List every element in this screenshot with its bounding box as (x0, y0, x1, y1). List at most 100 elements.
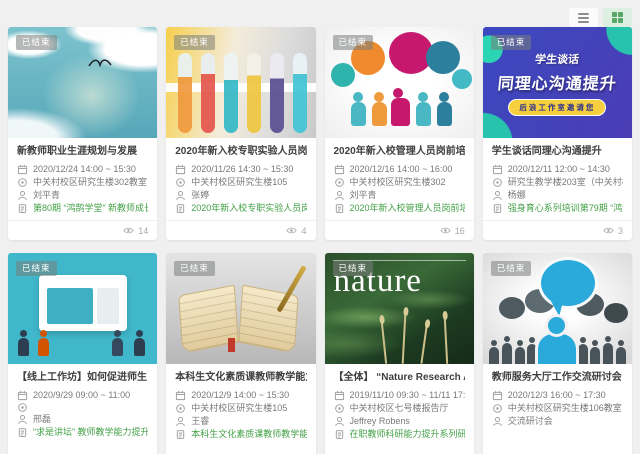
decor (247, 53, 261, 133)
decor (426, 41, 460, 74)
event-card[interactable]: 已结束 【线上工作坊】如何促进师生良好... 2020/9/29 09:00 ~… (8, 253, 157, 454)
series-icon (492, 203, 503, 214)
event-cover-image: 已结束 (483, 253, 632, 364)
event-person: 王睿 (191, 415, 209, 428)
event-cover-image: 已结束 (8, 27, 157, 138)
decor (391, 98, 410, 126)
card-body: 学生谈话同理心沟通提升 2020/12/11 12:00 ~ 14:30 研究生… (483, 138, 632, 217)
view-toggle-toolbar (0, 0, 640, 27)
event-series-link[interactable]: “求是讲坛” 教师教学能力提升工作坊 (33, 426, 148, 439)
event-card[interactable]: 已结束 2020年新入校管理人员岗前培训—... 2020/12/16 14:0… (325, 27, 474, 240)
event-date-row: 2020/12/3 16:00 ~ 17:30 (492, 389, 623, 402)
decor (603, 343, 613, 364)
cover-banner-line2: 同理心沟通提升 (497, 70, 619, 94)
decor (452, 69, 472, 89)
event-cover-image: 已结束 (166, 253, 315, 364)
event-location-row: 研究生教学楼203室（中关村校区） (492, 176, 623, 189)
event-card-grid: 已结束 新教师职业生涯规划与发展 2020/12/24 14:00 ~ 15:3… (0, 27, 640, 454)
decor (616, 347, 626, 364)
grid-view-button[interactable] (603, 8, 632, 27)
event-cover-image: 已结束 (8, 253, 157, 364)
event-location: 中关村校区研究生楼106教室 (508, 402, 622, 415)
event-person: 杨娜 (508, 189, 526, 202)
calendar-icon (492, 164, 503, 175)
person-icon (492, 416, 503, 427)
location-icon (334, 403, 345, 414)
event-date: 2020/12/9 14:00 ~ 15:30 (191, 389, 289, 402)
location-icon (175, 403, 186, 414)
event-person-row: 邢磊 (17, 413, 148, 426)
event-series-link[interactable]: 2020年新入校专职实验人员岗前培训 (191, 202, 306, 215)
view-count: 4 (301, 226, 306, 236)
decor (351, 102, 366, 126)
event-date-row: 2020/12/11 12:00 ~ 14:30 (492, 163, 623, 176)
series-icon (334, 429, 345, 440)
event-title[interactable]: 【全体】 “Nature Research Acad... (334, 371, 465, 385)
event-title[interactable]: 本科生文化素质课教师教学能力提... (175, 371, 306, 385)
event-card[interactable]: 已结束 新教师职业生涯规划与发展 2020/12/24 14:00 ~ 15:3… (8, 27, 157, 240)
event-location: 中关村校区七号楼报告厅 (350, 402, 449, 415)
event-date: 2019/11/10 09:30 ~ 11/11 17:00 (350, 389, 465, 402)
event-person-row: 刘平青 (334, 189, 465, 202)
event-person-row: 刘平青 (17, 189, 148, 202)
event-person: Jeffrey Robens (350, 415, 410, 428)
series-icon (175, 203, 186, 214)
event-card[interactable]: nature 已结束 【全体】 “Nature Research Acad...… (325, 253, 474, 454)
event-series-row: “求是讲坛” 教师教学能力提升工作坊 (17, 426, 148, 439)
view-count: 16 (455, 226, 465, 236)
event-location-row: 中关村校区研究生楼105 (175, 402, 306, 415)
decor (604, 303, 628, 323)
event-series-link[interactable]: 在职教师科研能力提升系列研修 (350, 428, 465, 441)
status-badge: 已结束 (174, 261, 215, 276)
person-icon (334, 190, 345, 201)
calendar-icon (334, 390, 345, 401)
event-title[interactable]: 2020年新入校管理人员岗前培训—... (334, 145, 465, 159)
event-location: 中关村校区研究生楼105 (191, 176, 287, 189)
event-date: 2020/12/16 14:00 ~ 16:00 (350, 163, 453, 176)
event-person: 刘平青 (33, 189, 60, 202)
status-badge: 已结束 (333, 35, 374, 50)
event-title[interactable]: 学生谈话同理心沟通提升 (492, 145, 623, 159)
event-location: 研究生教学楼203室（中关村校区） (508, 176, 623, 189)
decor (489, 347, 499, 364)
event-person: 交流研讨会 (508, 415, 553, 428)
list-view-icon (578, 13, 589, 23)
calendar-icon (492, 390, 503, 401)
decor (578, 344, 588, 364)
event-series-link[interactable]: 本科生文化素质课教师教学能力提升... (191, 428, 306, 441)
status-badge: 已结束 (491, 261, 532, 276)
event-person-row: 交流研讨会 (492, 415, 623, 428)
location-icon (492, 177, 503, 188)
decor (416, 102, 431, 126)
event-series-link[interactable]: 2020年新入校管理人员岗前培训常青... (350, 202, 465, 215)
event-card[interactable]: 已结束 2020年新入校专职实验人员岗前培... 2020/11/26 14:3… (166, 27, 315, 240)
event-location-row: 中关村校区研究生楼302 (334, 176, 465, 189)
event-card[interactable]: 学生谈话 同理心沟通提升 后浪工作室邀请您 已结束 学生谈话同理心沟通提升 20… (483, 27, 632, 240)
person-icon (492, 190, 503, 201)
event-location: 中关村校区研究生楼302 (350, 176, 446, 189)
event-card[interactable]: 已结束 本科生文化素质课教师教学能力提... 2020/12/9 14:00 ~… (166, 253, 315, 454)
status-badge: 已结束 (491, 35, 532, 50)
event-title[interactable]: 新教师职业生涯规划与发展 (17, 145, 148, 159)
event-title[interactable]: 【线上工作坊】如何促进师生良好... (17, 371, 148, 385)
event-series-link[interactable]: 强身育心系列培训第79期 “鸿鹄学堂... (508, 202, 623, 215)
event-title[interactable]: 2020年新入校专职实验人员岗前培... (175, 145, 306, 159)
event-location: 中关村校区研究生楼302教室 (33, 176, 147, 189)
decor (18, 338, 29, 356)
calendar-icon (17, 164, 28, 175)
event-date: 2020/12/3 16:00 ~ 17:30 (508, 389, 606, 402)
event-series-row: 第80期 “鸿鹄学堂” 新教师成长训练营 (17, 202, 148, 215)
cover-banner-pill: 后浪工作室邀请您 (509, 100, 605, 115)
card-footer: 4 (166, 220, 315, 240)
event-series-row: 2020年新入校专职实验人员岗前培训 (175, 202, 306, 215)
event-person: 邢磊 (33, 413, 51, 426)
event-card[interactable]: 已结束 教师服务大厅工作交流研讨会 2020/12/3 16:00 ~ 17:3… (483, 253, 632, 454)
event-person-row: 张婷 (175, 189, 306, 202)
event-title[interactable]: 教师服务大厅工作交流研讨会 (492, 371, 623, 385)
status-badge: 已结束 (16, 35, 57, 50)
list-view-button[interactable] (569, 8, 598, 27)
event-date-row: 2020/12/24 14:00 ~ 15:30 (17, 163, 148, 176)
event-location-row: 中关村校区研究生楼106教室 (492, 402, 623, 415)
event-series-link[interactable]: 第80期 “鸿鹄学堂” 新教师成长训练营 (33, 202, 148, 215)
location-icon (175, 177, 186, 188)
